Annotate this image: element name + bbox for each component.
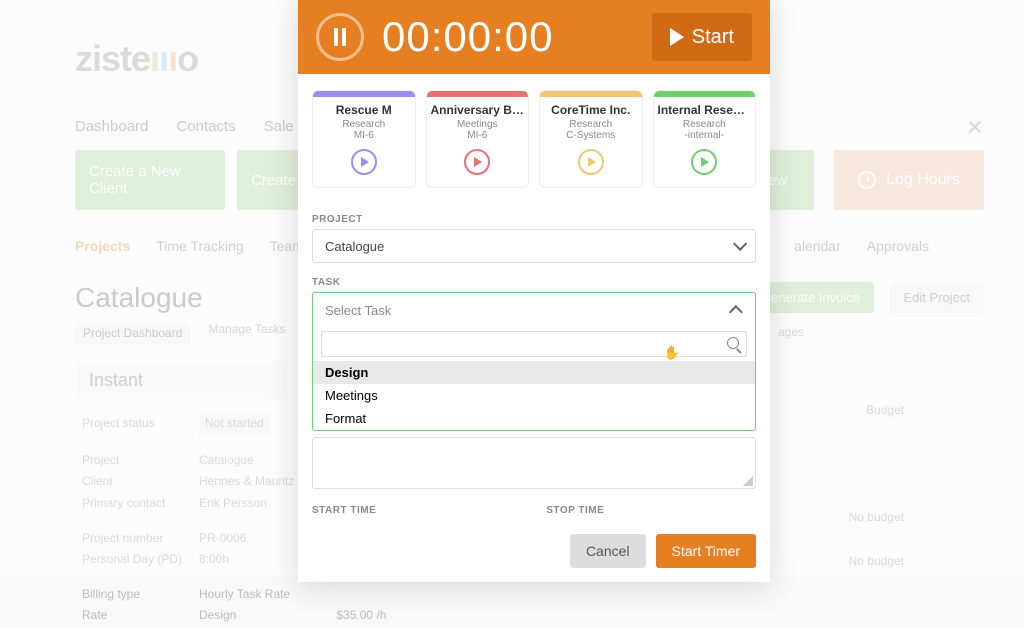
task-select[interactable]: Select Task Design Meetings Format <box>312 292 756 431</box>
start-time-label: START TIME <box>312 505 376 516</box>
notes-textarea[interactable] <box>312 437 756 489</box>
project-card-2[interactable]: CoreTime Inc. Research C-Systems <box>539 90 643 188</box>
cancel-button[interactable]: Cancel <box>570 534 646 568</box>
pause-icon[interactable] <box>316 13 364 61</box>
timer-bar: 00:00:00 Start <box>298 0 770 74</box>
task-search-input[interactable] <box>321 331 747 357</box>
card-sub2: C-Systems <box>544 130 638 141</box>
play-circle-icon[interactable] <box>691 149 717 175</box>
cursor-icon: ✋ <box>664 345 680 361</box>
chevron-up-icon <box>729 305 743 319</box>
project-select-value: Catalogue <box>325 239 384 254</box>
play-circle-icon[interactable] <box>464 149 490 175</box>
project-card-3[interactable]: Internal Research... Research -internal- <box>653 90 757 188</box>
timer-display: 00:00:00 <box>382 13 634 61</box>
card-sub: Meetings <box>431 119 525 130</box>
card-sub2: MI-6 <box>317 130 411 141</box>
resize-handle-icon[interactable] <box>743 476 753 486</box>
play-icon <box>670 28 684 46</box>
search-icon <box>727 337 739 349</box>
card-title: Anniversary Book <box>431 103 525 117</box>
card-title: Rescue M <box>317 103 411 117</box>
task-options-list: Design Meetings Format <box>313 361 755 430</box>
card-sub: Research <box>658 119 752 130</box>
task-option-meetings[interactable]: Meetings <box>313 384 755 407</box>
play-circle-icon[interactable] <box>351 149 377 175</box>
start-label: Start <box>692 26 734 49</box>
card-sub: Research <box>544 119 638 130</box>
chevron-down-icon <box>733 237 747 251</box>
start-button[interactable]: Start <box>652 13 752 61</box>
task-option-design[interactable]: Design <box>313 361 755 384</box>
task-field-label: TASK <box>312 277 756 288</box>
task-option-format[interactable]: Format <box>313 407 755 430</box>
recent-projects-row: Rescue M Research MI-6 Anniversary Book … <box>298 74 770 204</box>
timer-modal: 00:00:00 Start Rescue M Research MI-6 An… <box>298 0 770 582</box>
task-select-placeholder: Select Task <box>325 303 391 318</box>
project-card-1[interactable]: Anniversary Book Meetings MI-6 <box>426 90 530 188</box>
card-sub2: -internal- <box>658 130 752 141</box>
card-sub: Research <box>317 119 411 130</box>
card-sub2: MI-6 <box>431 130 525 141</box>
modal-footer: Cancel Start Timer <box>298 520 770 582</box>
project-select[interactable]: Catalogue <box>312 229 756 263</box>
project-card-0[interactable]: Rescue M Research MI-6 <box>312 90 416 188</box>
stop-time-label: STOP TIME <box>546 505 604 516</box>
card-title: CoreTime Inc. <box>544 103 638 117</box>
project-field-label: PROJECT <box>312 214 756 225</box>
play-circle-icon[interactable] <box>578 149 604 175</box>
start-timer-button[interactable]: Start Timer <box>656 534 756 568</box>
card-title: Internal Research... <box>658 103 752 117</box>
